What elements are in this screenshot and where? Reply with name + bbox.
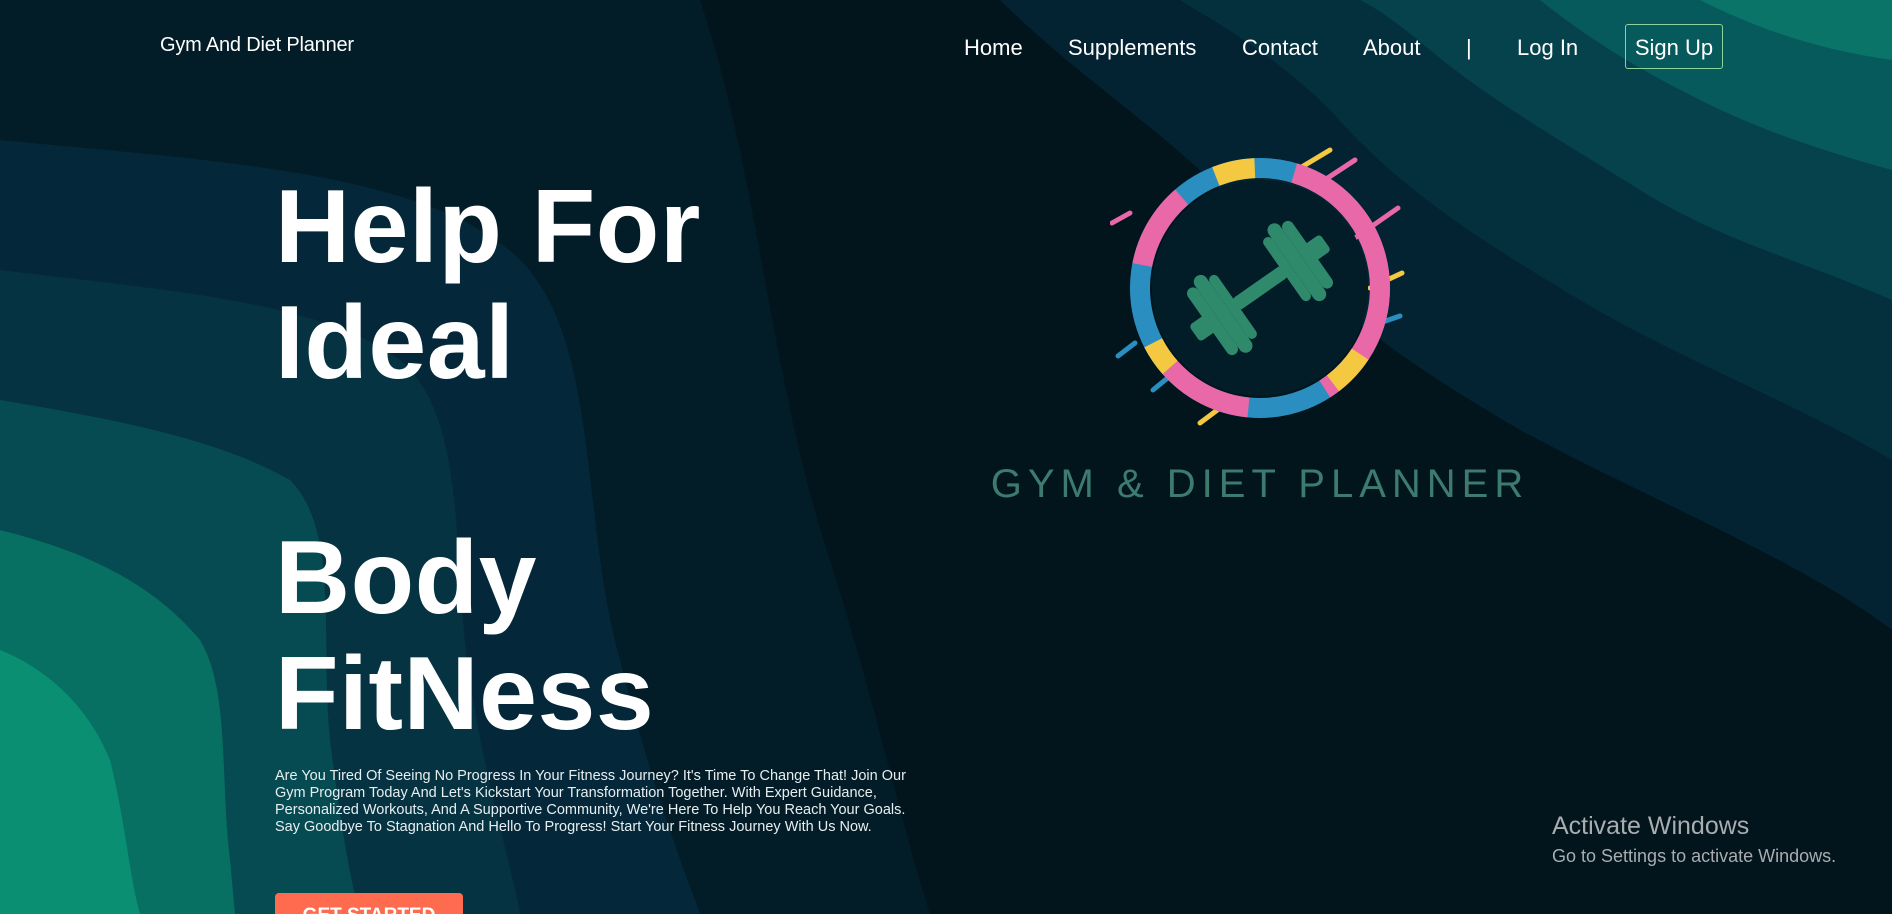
main-nav: Home Supplements Contact About | Log In … — [0, 24, 1892, 70]
page: Gym And Diet Planner Home Supplements Co… — [0, 0, 1892, 914]
nav-home[interactable]: Home — [964, 35, 1023, 61]
nav-supplements[interactable]: Supplements — [1068, 35, 1196, 61]
activate-windows-title: Activate Windows — [1552, 812, 1750, 840]
hero-description: Are You Tired Of Seeing No Progress In Y… — [275, 768, 906, 835]
logo-wordmark: GYM & DIET PLANNER — [990, 462, 1530, 506]
hero-title-line-2: Body FitNess — [275, 520, 655, 752]
nav-contact[interactable]: Contact — [1242, 35, 1318, 61]
get-started-button[interactable]: GET STARTED — [275, 893, 463, 914]
dumbbell-ring-icon — [1110, 147, 1405, 426]
nav-about[interactable]: About — [1363, 35, 1421, 61]
hero-title-line-1: Help For Ideal — [275, 169, 701, 401]
signup-button[interactable]: Sign Up — [1625, 24, 1723, 69]
activate-windows-subtitle: Go to Settings to activate Windows. — [1552, 846, 1837, 866]
nav-login[interactable]: Log In — [1517, 35, 1578, 61]
nav-separator: | — [1466, 35, 1472, 60]
